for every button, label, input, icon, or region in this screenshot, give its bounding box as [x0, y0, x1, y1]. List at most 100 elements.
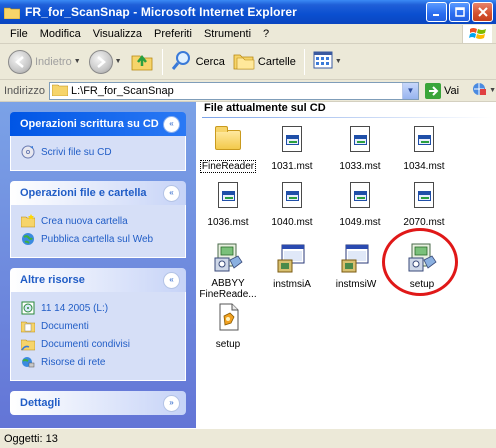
document-icon [408, 124, 440, 156]
file-name: 1036.mst [207, 217, 249, 228]
task-cd-drive[interactable]: 11 14 2005 (L:) [21, 300, 175, 316]
address-bar: Indirizzo L:\FR_for_ScanSnap ▼ Vai ▼ [0, 80, 496, 102]
task-group-header[interactable]: Altre risorse « [10, 268, 186, 292]
shared-folder-icon [20, 337, 36, 351]
views-icon [313, 51, 333, 72]
go-arrow-icon [424, 82, 441, 99]
task-shared-documents[interactable]: Documenti condivisi [20, 336, 175, 352]
task-group-body: Scrivi file su CD [10, 136, 186, 171]
menu-view[interactable]: Visualizza [87, 28, 148, 40]
section-divider [202, 117, 492, 118]
task-network-places[interactable]: Risorse di rete [21, 354, 175, 370]
file-item[interactable]: 1036.mst [196, 180, 260, 228]
task-documents[interactable]: Documenti [20, 318, 175, 334]
up-folder-button[interactable] [126, 47, 158, 77]
forward-button[interactable]: ▼ [85, 47, 126, 77]
task-label: Documenti condivisi [41, 338, 130, 350]
file-item[interactable]: ABBYY FineReade... [196, 242, 260, 300]
file-name: 1040.mst [271, 217, 313, 228]
menu-help[interactable]: ? [257, 28, 275, 40]
maximize-button[interactable] [449, 2, 470, 22]
title-bar[interactable]: FR_for_ScanSnap - Microsoft Internet Exp… [0, 0, 496, 24]
folders-label: Cartelle [257, 55, 296, 68]
chevron-down-icon[interactable]: ▼ [115, 58, 122, 65]
file-item[interactable]: FineReader [196, 124, 260, 173]
file-item[interactable]: 1031.mst [260, 124, 324, 172]
menu-tools[interactable]: Strumenti [198, 28, 257, 40]
go-button[interactable]: Vai [424, 82, 459, 99]
views-button[interactable]: ▼ [309, 47, 346, 77]
collapse-icon[interactable]: « [163, 184, 180, 202]
task-group-other-places: Altre risorse « 11 14 2005 (L:) Document… [10, 268, 186, 381]
file-name: instmsiW [335, 279, 377, 290]
file-item[interactable]: 2070.mst [392, 180, 456, 228]
task-new-folder[interactable]: Crea nuova cartella [20, 213, 175, 229]
file-item[interactable]: setup [196, 302, 260, 350]
document-icon [344, 124, 376, 156]
search-button[interactable]: Cerca [167, 47, 229, 77]
task-write-cd[interactable]: Scrivi file su CD [21, 144, 175, 160]
file-item[interactable]: 1033.mst [328, 124, 392, 172]
task-label: Scrivi file su CD [41, 146, 112, 158]
document-icon [212, 180, 244, 212]
task-group-file-folder: Operazioni file e cartella « Crea nuova … [10, 181, 186, 258]
file-item[interactable]: 1034.mst [392, 124, 456, 172]
file-name: 2070.mst [403, 217, 445, 228]
installer-icon [212, 242, 244, 274]
task-group-header[interactable]: Dettagli » [10, 391, 186, 415]
expand-icon[interactable]: » [163, 394, 180, 412]
folders-button[interactable]: Cartelle [229, 47, 300, 77]
back-button[interactable]: Indietro ▼ [4, 47, 85, 77]
task-label: 11 14 2005 (L:) [41, 302, 109, 314]
windows-logo-icon [462, 25, 492, 43]
task-publish-web[interactable]: Pubblica cartella sul Web [21, 231, 175, 247]
file-name: 1049.mst [339, 217, 381, 228]
task-group-header[interactable]: Operazioni scrittura su CD « [10, 112, 186, 136]
file-item[interactable]: instmsiW [324, 242, 388, 290]
task-group-body: 11 14 2005 (L:) Documenti Documenti cond… [10, 292, 186, 381]
document-icon [408, 180, 440, 212]
chevron-down-icon[interactable]: ▼ [335, 58, 342, 65]
close-button[interactable] [472, 2, 493, 22]
executable-icon [276, 242, 308, 274]
collapse-icon[interactable]: « [163, 271, 180, 289]
menu-favorites[interactable]: Preferiti [148, 28, 198, 40]
section-title: File attualmente sul CD [204, 102, 326, 114]
links-button[interactable]: ▼ [471, 81, 496, 100]
file-item[interactable]: instmsiA [260, 242, 324, 290]
toolbar: Indietro ▼ ▼ Cerca Cartelle ▼ [0, 44, 496, 80]
task-label: Documenti [41, 320, 89, 332]
links-icon [471, 81, 487, 100]
task-group-title: Operazioni scrittura su CD [20, 118, 159, 130]
new-folder-icon [20, 214, 36, 228]
document-icon [276, 124, 308, 156]
address-input[interactable]: L:\FR_for_ScanSnap ▼ [48, 81, 419, 100]
window-title: FR_for_ScanSnap - Microsoft Internet Exp… [25, 5, 297, 19]
task-group-cd-writing: Operazioni scrittura su CD « Scrivi file… [10, 112, 186, 171]
task-group-body: Crea nuova cartella Pubblica cartella su… [10, 205, 186, 258]
task-group-title: Operazioni file e cartella [20, 187, 147, 199]
search-icon [171, 49, 193, 74]
task-group-header[interactable]: Operazioni file e cartella « [10, 181, 186, 205]
chevron-down-icon[interactable]: ▼ [74, 58, 81, 65]
file-name: setup [215, 339, 241, 350]
task-label: Pubblica cartella sul Web [41, 233, 154, 245]
chevron-down-icon[interactable]: ▼ [489, 87, 496, 94]
cd-write-icon [21, 145, 35, 159]
task-group-details: Dettagli » [10, 391, 186, 415]
file-name: 1033.mst [339, 161, 381, 172]
minimize-button[interactable] [426, 2, 447, 22]
folders-icon [233, 49, 255, 74]
menu-edit[interactable]: Modifica [34, 28, 87, 40]
config-file-icon [212, 302, 244, 334]
menu-file[interactable]: File [4, 28, 34, 40]
address-dropdown-button[interactable]: ▼ [401, 82, 418, 99]
highlight-annotation [382, 228, 458, 296]
address-value: L:\FR_for_ScanSnap [70, 84, 174, 97]
task-label: Crea nuova cartella [41, 215, 128, 227]
file-item[interactable]: 1040.mst [260, 180, 324, 228]
file-name: ABBYY FineReade... [199, 278, 257, 300]
file-item[interactable]: 1049.mst [328, 180, 392, 228]
document-icon [276, 180, 308, 212]
collapse-icon[interactable]: « [163, 115, 180, 133]
